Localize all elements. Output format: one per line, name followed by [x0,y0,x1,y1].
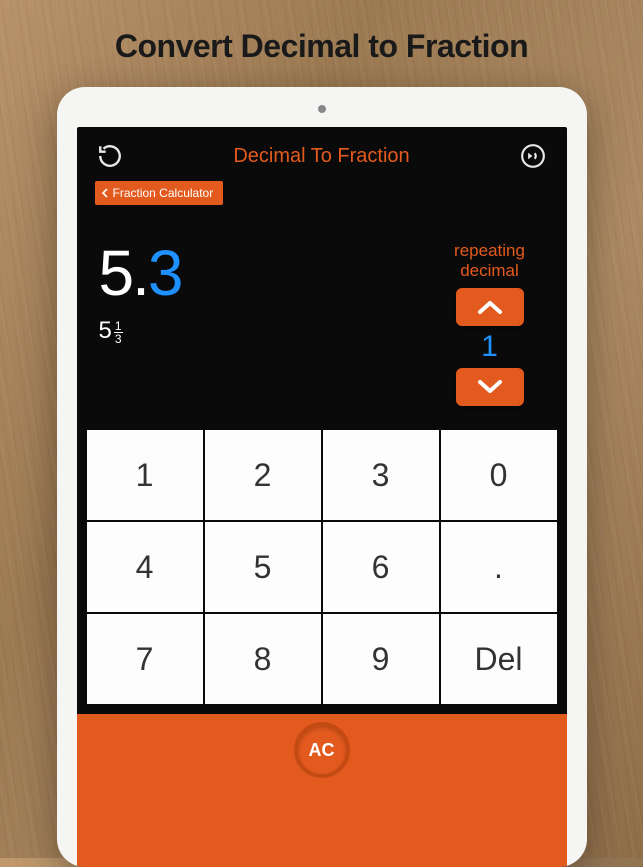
key-7[interactable]: 7 [87,614,203,704]
display-area: 5.3 5 1 3 repeating decimal [77,211,567,430]
back-button[interactable]: Fraction Calculator [95,181,224,205]
back-label: Fraction Calculator [113,186,214,200]
key-dot[interactable]: . [441,522,557,612]
decimal-part: 3 [148,237,182,309]
display-main: 5.3 5 1 3 [99,241,435,345]
key-5[interactable]: 5 [205,522,321,612]
repeating-value: 1 [435,326,545,368]
fraction-result: 5 1 3 [99,317,435,345]
top-bar: Decimal To Fraction [77,127,567,179]
ac-button[interactable]: AC [294,722,350,778]
reset-icon[interactable] [95,141,125,171]
repeating-decimal-stepper: repeating decimal 1 [435,241,545,406]
marketing-title: Convert Decimal to Fraction [0,0,643,87]
mixed-whole: 5 [99,317,112,345]
keypad: 1 2 3 0 4 5 6 . 7 8 9 Del [77,430,567,704]
footer-bar: AC [77,714,567,867]
decimal-display: 5.3 [99,241,435,305]
repeating-label-1: repeating [454,241,525,260]
key-6[interactable]: 6 [323,522,439,612]
step-down-button[interactable] [456,368,524,406]
key-9[interactable]: 9 [323,614,439,704]
integer-part: 5. [99,237,148,309]
app-screen: Decimal To Fraction Fraction Calculator … [77,127,567,867]
key-2[interactable]: 2 [205,430,321,520]
mixed-fraction-part: 1 3 [114,320,123,345]
camera-dot [318,105,326,113]
mixed-denominator: 3 [114,333,123,345]
key-4[interactable]: 4 [87,522,203,612]
screen-title: Decimal To Fraction [233,145,409,168]
step-up-button[interactable] [456,288,524,326]
repeating-label-2: decimal [460,261,519,280]
back-row: Fraction Calculator [77,179,567,211]
mixed-numerator: 1 [114,320,123,333]
key-0[interactable]: 0 [441,430,557,520]
key-8[interactable]: 8 [205,614,321,704]
key-1[interactable]: 1 [87,430,203,520]
tablet-frame: Decimal To Fraction Fraction Calculator … [57,87,587,867]
key-3[interactable]: 3 [323,430,439,520]
repeating-label: repeating decimal [435,241,545,280]
sound-icon[interactable] [518,141,548,171]
key-del[interactable]: Del [441,614,557,704]
